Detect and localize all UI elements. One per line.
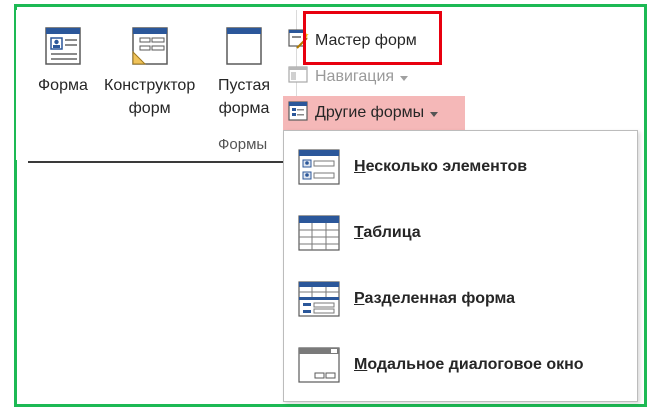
form-designer-icon [130, 26, 170, 68]
blank-form-icon [224, 26, 264, 68]
other-forms-label: Другие формы [315, 104, 425, 121]
form-icon [43, 26, 83, 68]
multiple-items-icon [298, 149, 340, 185]
other-forms-button[interactable]: Другие формы [283, 96, 465, 130]
highlight-box [303, 11, 442, 65]
menu-item-multiple-items-label: Несколько элементов [354, 158, 528, 175]
blank-form-button-label: Пустая форма [218, 77, 271, 117]
form-button-label: Форма [38, 77, 88, 94]
navigation-icon [287, 64, 309, 91]
navigation-caret-icon [400, 75, 409, 81]
form-designer-button[interactable]: Конструктор форм [104, 26, 195, 120]
ribbon-bottom-border [28, 161, 298, 163]
menu-item-table-label: Таблица [354, 224, 421, 241]
menu-item-modal-dialog-label: Модальное диалоговое окно [354, 356, 584, 373]
table-icon [298, 215, 340, 251]
menu-item-table[interactable]: Таблица [284, 203, 637, 263]
navigation-label: Навигация [315, 68, 395, 85]
menu-item-modal-dialog[interactable]: Модальное диалоговое окно [284, 335, 637, 395]
menu-item-multiple-items[interactable]: Несколько элементов [284, 137, 637, 197]
blank-form-button[interactable]: Пустая форма [218, 26, 270, 120]
menu-item-split-form-label: Разделенная форма [354, 290, 516, 307]
group-label-forms: Формы [218, 136, 268, 153]
form-designer-button-label: Конструктор форм [104, 77, 196, 117]
navigation-button[interactable]: Навигация [287, 64, 409, 91]
menu-item-split-form[interactable]: Разделенная форма [284, 269, 637, 329]
form-button[interactable]: Форма [38, 26, 88, 97]
modal-dialog-icon [298, 347, 340, 383]
other-forms-caret-icon [430, 111, 439, 117]
other-forms-dropdown: Несколько элементов Таблица Разделенная … [283, 130, 638, 402]
other-forms-icon [287, 100, 309, 127]
split-form-icon [298, 281, 340, 317]
